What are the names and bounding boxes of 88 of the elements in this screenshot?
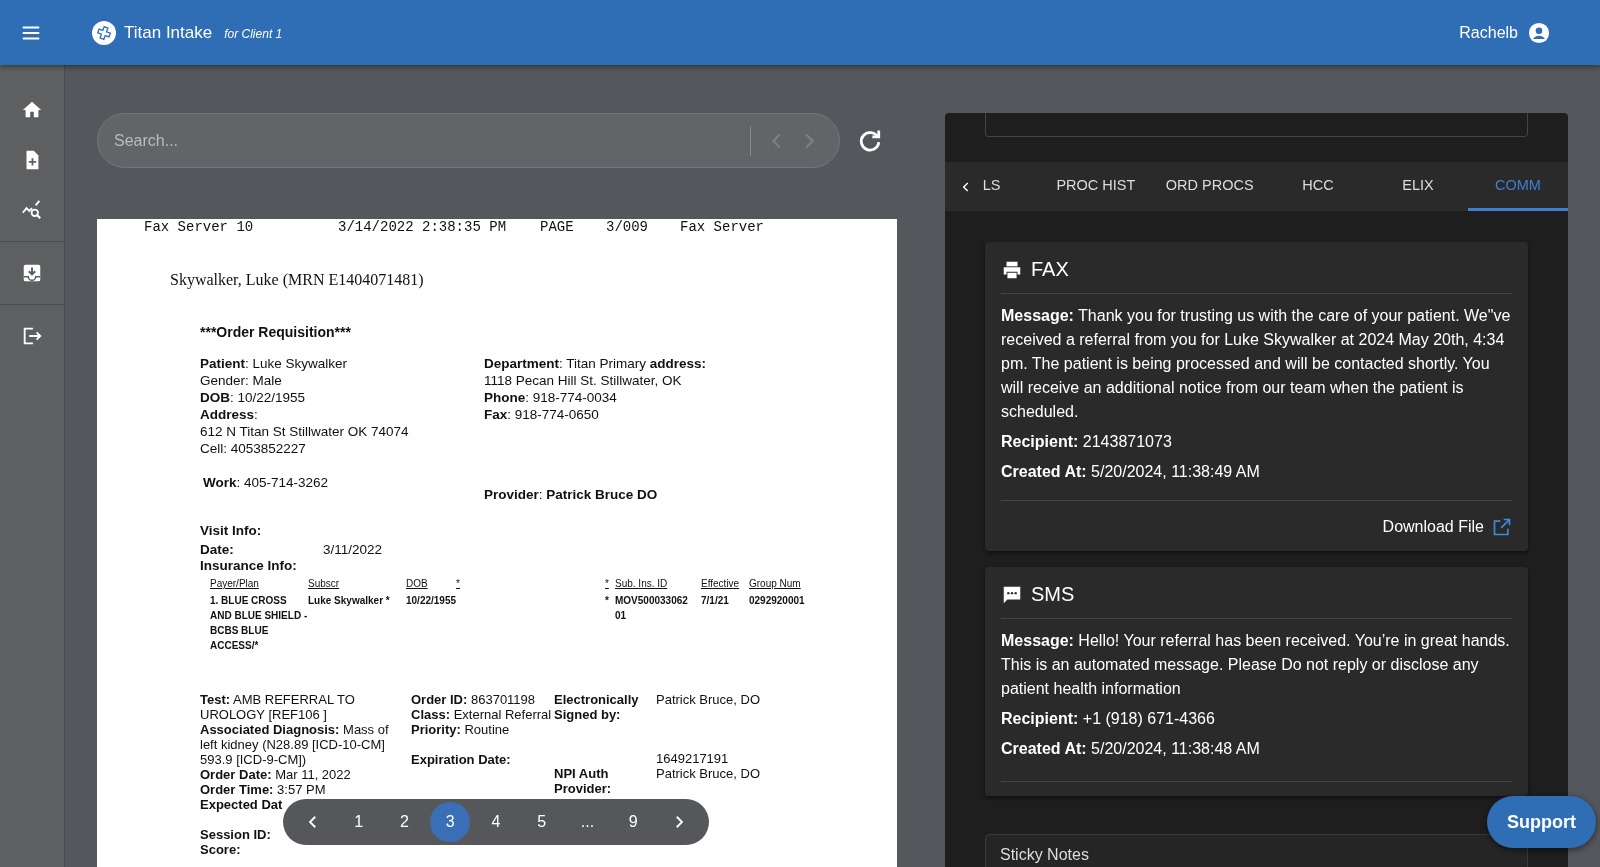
insurance-heading: Insurance Info:	[200, 557, 297, 574]
table-header: Payer/Plan	[210, 578, 260, 589]
recipient-text: Recipient: +1 (918) 671-4366	[1001, 709, 1216, 729]
table-header: Subscr	[308, 578, 341, 589]
support-button[interactable]: Support	[1487, 796, 1596, 848]
external-link-icon[interactable]	[1492, 517, 1512, 537]
tab[interactable]: ELIX	[1368, 162, 1468, 211]
patient-info-line: Patient: Luke Skywalker	[200, 355, 349, 372]
table-header: Effective	[701, 578, 741, 589]
table-cell-text: 10/22/1955	[406, 594, 456, 608]
recipient-text: Recipient: 2143871073	[1001, 432, 1173, 452]
department-info-line: Fax: 918-774-0650	[484, 406, 600, 423]
table-cell-text: *	[605, 594, 610, 608]
tab[interactable]: PROC HIST	[1040, 162, 1150, 211]
card-title: Sticky Notes	[1000, 845, 1089, 865]
search-bar[interactable]: Search...	[97, 113, 840, 168]
patient-info-line: 612 N Titan St Stillwater OK 74074	[200, 423, 409, 440]
card-title: SMS	[1031, 583, 1075, 606]
patient-heading: Skywalker, Luke (MRN E1404071481)	[170, 271, 424, 289]
app-name: Titan Intake	[124, 22, 213, 43]
table-header: *	[456, 578, 461, 589]
department-info-line: Phone: 918-774-0034	[484, 389, 618, 406]
page-button[interactable]: ...	[567, 802, 608, 842]
account-icon[interactable]	[1528, 21, 1550, 44]
document-title: ***Order Requisition***	[200, 324, 351, 340]
patient-info-line: Address:	[200, 406, 259, 423]
work-phone-line: Work: 405-714-3262	[203, 474, 329, 491]
table-header: DOB	[406, 578, 429, 589]
download-tray-icon[interactable]	[21, 262, 43, 284]
fax-header-text: PAGE	[540, 219, 574, 235]
created-at-text: Created At: 5/20/2024, 11:38:48 AM	[1001, 739, 1261, 759]
page-button[interactable]: 5	[521, 802, 562, 842]
order-detail-text: 1649217191	[656, 751, 730, 766]
tab[interactable]: HCC	[1268, 162, 1368, 211]
page-button[interactable]: 4	[476, 802, 516, 842]
order-detail-text: Session ID:	[200, 827, 272, 842]
order-detail-text: Priority: Routine	[411, 722, 511, 737]
card-title: FAX	[1031, 258, 1069, 281]
visit-date-value: 3/11/2022	[323, 541, 383, 558]
logout-icon[interactable]	[21, 325, 43, 347]
order-detail-text: Order Date: Mar 11, 2022	[200, 767, 352, 782]
client-name: for Client 1	[224, 27, 283, 41]
chart-search-icon[interactable]	[21, 199, 43, 221]
fax-header-text: Fax Server 10	[144, 219, 254, 235]
order-detail-text: Expected Dat	[200, 797, 284, 812]
department-info-line: 1118 Pecan Hill St. Stillwater, OK	[484, 372, 683, 389]
message-text: Message: Thank you for trusting us with the care of your patient. We"ve received a referral from you for Luke Skywalker at 2024 May 20th, 4:34 pm. The patient is being processed and will be contacted shortly. You will receive an additional notice from our team when the patient is scheduled.	[1001, 306, 1512, 422]
order-detail-text: Associated Diagnosis: Mass of left kidney (N28.89 [ICD-10-CM] 593.9 [ICD-9-CM])	[200, 722, 390, 767]
tab[interactable]: LS	[974, 162, 1041, 211]
order-detail-text: Expiration Date:	[411, 752, 512, 767]
provider-line: Provider: Patrick Bruce DO	[484, 486, 658, 503]
page-button[interactable]: 2	[384, 802, 425, 842]
created-at-text: Created At: 5/20/2024, 11:38:49 AM	[1001, 462, 1261, 482]
user-name: Rachelb	[1459, 23, 1518, 42]
order-detail-text: Patrick Bruce, DO	[656, 766, 762, 781]
page-button[interactable]: 1	[338, 802, 379, 842]
table-header: Sub. Ins. ID	[615, 578, 669, 589]
fax-header-text: 3/14/2022 2:38:35 PM	[338, 219, 507, 235]
order-detail-text: Order Time: 3:57 PM	[200, 782, 327, 797]
department-info-line: Department: Titan Primary address:	[484, 355, 707, 372]
page-field[interactable]	[985, 113, 1528, 137]
patient-info-line: Gender: Male	[200, 372, 283, 389]
order-detail-text: Patrick Bruce, DO	[656, 692, 762, 707]
order-detail-text: Electronically Signed by:	[554, 692, 640, 722]
table-cell-text: MOV500033062 01	[615, 594, 689, 623]
table-cell-text: 0292920001	[749, 594, 806, 608]
table-header: *	[605, 578, 610, 589]
order-detail-text: Test: AMB REFERRAL TO UROLOGY [REF106 ]	[200, 692, 356, 722]
table-cell-text: 7/1/21	[701, 594, 730, 608]
order-detail-text: Score:	[200, 842, 242, 857]
order-detail-text: NPI Auth Provider:	[554, 766, 613, 796]
table-cell-text: Luke Skywalker *	[308, 594, 391, 608]
table-cell-text: 1. BLUE CROSS AND BLUE SHIELD - BCBS BLUE ACCESS/*	[210, 594, 308, 653]
patient-info-line: DOB: 10/22/1955	[200, 389, 307, 406]
download-link[interactable]: Download File	[1382, 518, 1484, 536]
visit-date-label: Date:	[200, 541, 234, 558]
page-button[interactable]: 3	[430, 802, 471, 842]
logo-icon	[92, 20, 116, 45]
search-field[interactable]: Search...	[112, 130, 750, 151]
fax-header-text: 3/009	[606, 219, 648, 235]
fax-header-text: Fax Server	[680, 219, 764, 235]
tab[interactable]: ORD PROCS	[1149, 162, 1268, 211]
visit-heading: Visit Info:	[200, 522, 262, 539]
page-button[interactable]: 9	[613, 802, 654, 842]
patient-info-line: Cell: 4053852227	[200, 440, 307, 457]
table-header: Group Num	[749, 578, 802, 589]
message-text: Message: Hello! Your referral has been received. You’re in great hands. This is an automated message. Please Do not reply or disclose any patient health information	[1001, 631, 1511, 699]
tab[interactable]: COMM	[1468, 162, 1568, 211]
